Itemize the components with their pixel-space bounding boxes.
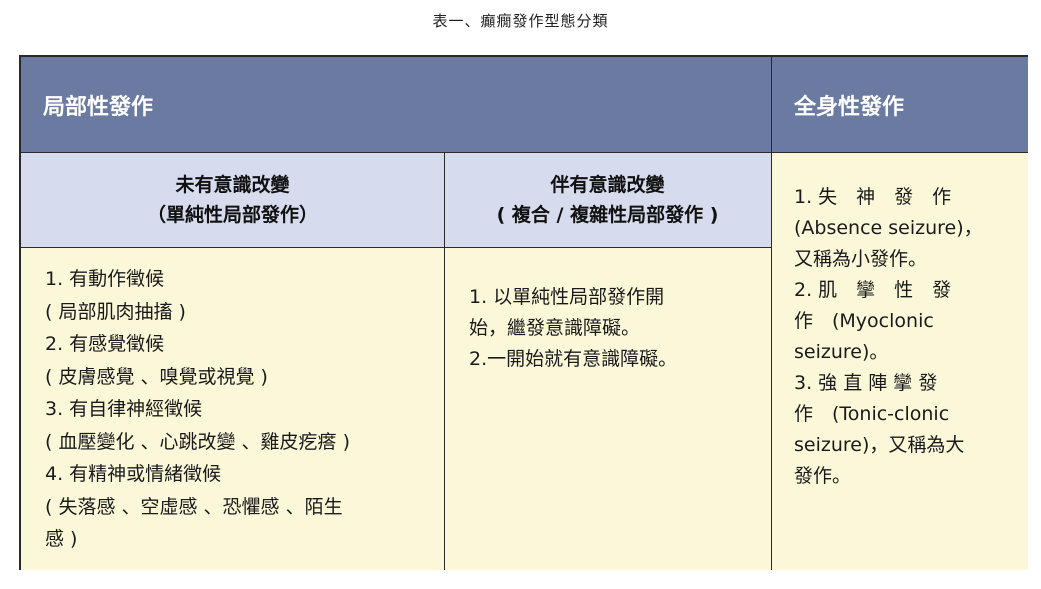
simple-subheader-line1: 未有意識改變: [175, 173, 290, 196]
list-item: 3. 強 直 陣 攣 發: [794, 372, 938, 394]
list-item: (Absence seizure)，: [794, 217, 983, 239]
list-item: ( 血壓變化 、心跳改變 、雞皮疙瘩 ): [45, 430, 350, 453]
list-item: 感 ): [45, 528, 78, 550]
list-item: 1. 以單純性局部發作開: [469, 286, 665, 308]
complex-partial-body: 1. 以單純性局部發作開 始，繼發意識障礙。 2.一開始就有意識障礙。: [444, 247, 771, 570]
list-item: 又稱為小發作。: [794, 248, 928, 270]
list-item: 1. 失 神 發 作: [794, 186, 952, 208]
list-item: 2. 肌 攣 性 發: [794, 279, 952, 301]
list-item: 1. 有動作徵候: [45, 268, 165, 290]
generalized-seizure-header-label: 全身性發作: [794, 94, 905, 120]
list-item: ( 皮膚感覺 、嗅覺或視覺 ): [45, 365, 268, 388]
list-item: 作 (Myoclonic: [794, 310, 934, 332]
complex-subheader-line1: 伴有意識改變: [550, 173, 665, 196]
generalized-seizure-header: 全身性發作: [771, 57, 1028, 152]
simple-subheader-line2: （單純性局部發作）: [146, 203, 318, 226]
list-item: ( 局部肌肉抽搐 ): [45, 300, 186, 323]
list-item: ( 失落感 、空虛感 、恐懼感 、陌生: [45, 495, 343, 518]
list-item: 2.一開始就有意識障礙。: [469, 348, 678, 370]
generalized-seizure-body: 1. 失 神 發 作 (Absence seizure)， 又稱為小發作。 2.…: [771, 152, 1028, 570]
simple-partial-subheader: 未有意識改變 （單純性局部發作）: [21, 152, 444, 247]
list-item: 3. 有自律神經徵候: [45, 398, 203, 420]
seizure-classification-table: 局部性發作 全身性發作 未有意識改變 （單純性局部發作） 伴有意識改變 ( 複合…: [19, 55, 1028, 570]
complex-partial-subheader: 伴有意識改變 ( 複合 / 複雜性局部發作 ): [444, 152, 771, 247]
column-divider: [771, 57, 772, 570]
list-item: 始，繼發意識障礙。: [469, 317, 641, 339]
list-item: 4. 有精神或情緒徵候: [45, 463, 222, 485]
simple-partial-body: 1. 有動作徵候 ( 局部肌肉抽搐 ) 2. 有感覺徵候 ( 皮膚感覺 、嗅覺或…: [21, 247, 444, 570]
table-caption: 表一、癲癇發作型態分類: [432, 12, 609, 30]
list-item: 發作。: [794, 465, 852, 487]
list-item: seizure)，又稱為大: [794, 434, 965, 456]
list-item: 2. 有感覺徵候: [45, 333, 165, 355]
row-divider: [21, 152, 1028, 153]
partial-seizure-header: 局部性發作: [21, 57, 771, 152]
list-item: 作 (Tonic-clonic: [794, 403, 950, 425]
row-divider: [21, 247, 771, 248]
column-divider: [444, 152, 445, 570]
list-item: seizure)。: [794, 341, 889, 363]
partial-seizure-header-label: 局部性發作: [43, 94, 154, 120]
complex-subheader-line2: ( 複合 / 複雜性局部發作 ): [496, 203, 719, 226]
